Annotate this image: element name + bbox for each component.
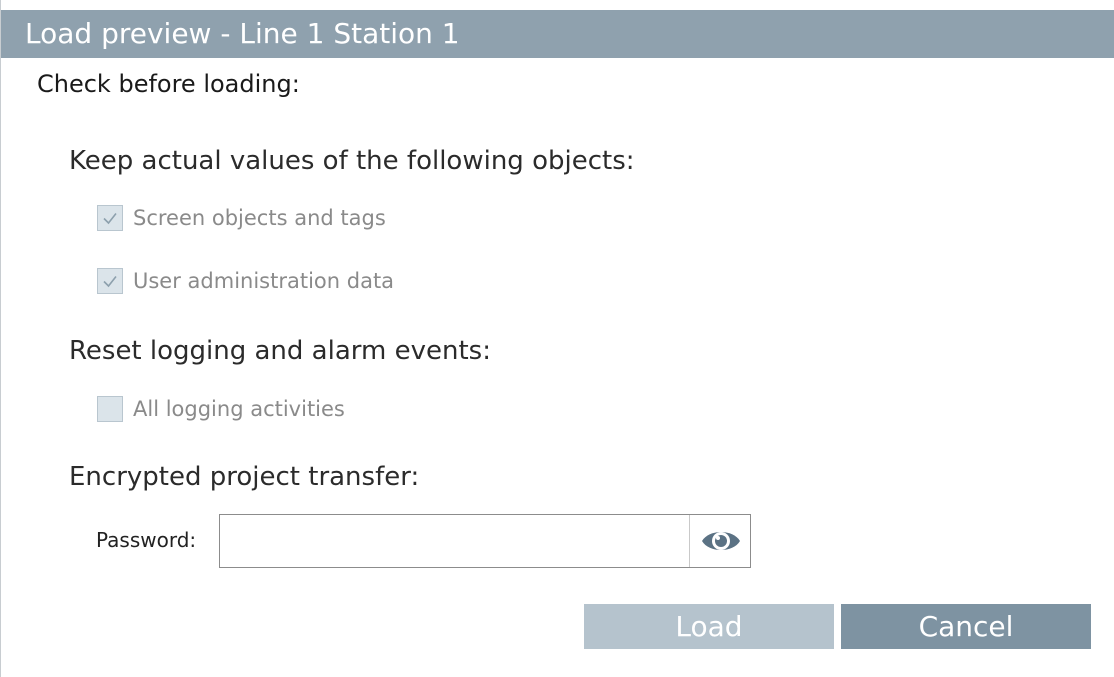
keep-values-section-label: Keep actual values of the following obje…	[69, 146, 635, 176]
show-password-button[interactable]	[689, 515, 751, 567]
user-admin-checkbox-row[interactable]: User administration data	[97, 266, 394, 296]
screen-objects-label: Screen objects and tags	[133, 206, 386, 230]
password-label: Password:	[96, 528, 197, 552]
password-input[interactable]	[220, 515, 688, 567]
logging-activities-label: All logging activities	[133, 397, 345, 421]
checkmark-icon	[103, 276, 117, 288]
cancel-button[interactable]: Cancel	[841, 604, 1091, 649]
user-admin-label: User administration data	[133, 269, 395, 293]
screen-objects-checkbox[interactable]	[97, 205, 123, 231]
user-admin-checkbox[interactable]	[97, 268, 123, 294]
encrypted-transfer-section-label: Encrypted project transfer:	[69, 462, 420, 492]
eye-icon	[701, 532, 740, 550]
logging-activities-checkbox[interactable]	[97, 396, 123, 422]
checkmark-icon	[103, 213, 117, 225]
dialog-heading: Check before loading:	[37, 70, 300, 98]
reset-logging-section-label: Reset logging and alarm events:	[69, 336, 491, 366]
screen-objects-checkbox-row[interactable]: Screen objects and tags	[97, 203, 386, 233]
load-button[interactable]: Load	[584, 604, 834, 649]
logging-activities-checkbox-row[interactable]: All logging activities	[97, 394, 345, 424]
password-field	[219, 514, 751, 568]
dialog-title: Load preview - Line 1 Station 1	[1, 10, 1114, 58]
load-preview-dialog: Load preview - Line 1 Station 1 Check be…	[0, 0, 1114, 677]
